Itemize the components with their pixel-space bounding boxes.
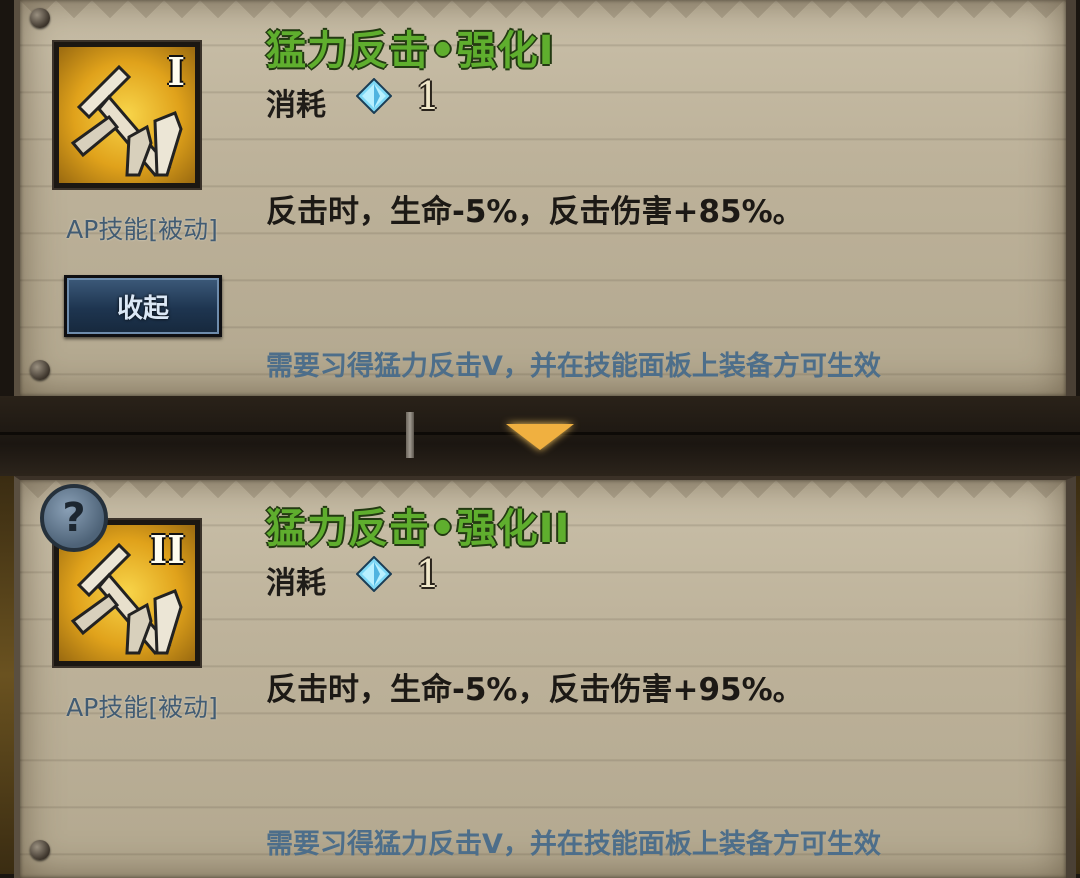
skill-requirement: 需要习得猛力反击V，并在技能面板上装备方可生效 [266, 829, 881, 860]
skill-rank-numeral: II [149, 527, 185, 572]
skill-rank-numeral: I [167, 49, 185, 94]
skill-title: 猛力反击•强化Ⅰ [266, 28, 555, 74]
cost-value: 1 [416, 552, 441, 596]
chevron-down-icon[interactable] [506, 424, 574, 450]
skill-requirement: 需要习得猛力反击V，并在技能面板上装备方可生效 [266, 351, 881, 382]
rivet [30, 8, 50, 28]
divider-pin [406, 412, 414, 458]
side-ornament [0, 476, 14, 874]
skill-type-label: AP技能[被动] [66, 215, 218, 244]
question-icon[interactable]: ? [40, 484, 108, 552]
cost-label: 消耗 [266, 88, 326, 123]
broken-sword-icon: I [59, 47, 195, 183]
rivet [30, 840, 50, 860]
cost-label: 消耗 [266, 566, 326, 601]
skill-title: 猛力反击•强化ⅠⅠ [266, 506, 571, 552]
skill-description: 反击时，生命-5%，反击伤害+85%。 [266, 194, 804, 230]
collapse-button[interactable]: 收起 [64, 275, 222, 337]
skill-icon-frame: I [52, 40, 202, 190]
cost-value: 1 [416, 74, 441, 118]
diamond-gem-icon [356, 78, 392, 114]
skill-description: 反击时，生命-5%，反击伤害+95%。 [266, 672, 804, 708]
rivet [30, 360, 50, 380]
skill-type-label: AP技能[被动] [66, 693, 218, 722]
diamond-gem-icon [356, 556, 392, 592]
